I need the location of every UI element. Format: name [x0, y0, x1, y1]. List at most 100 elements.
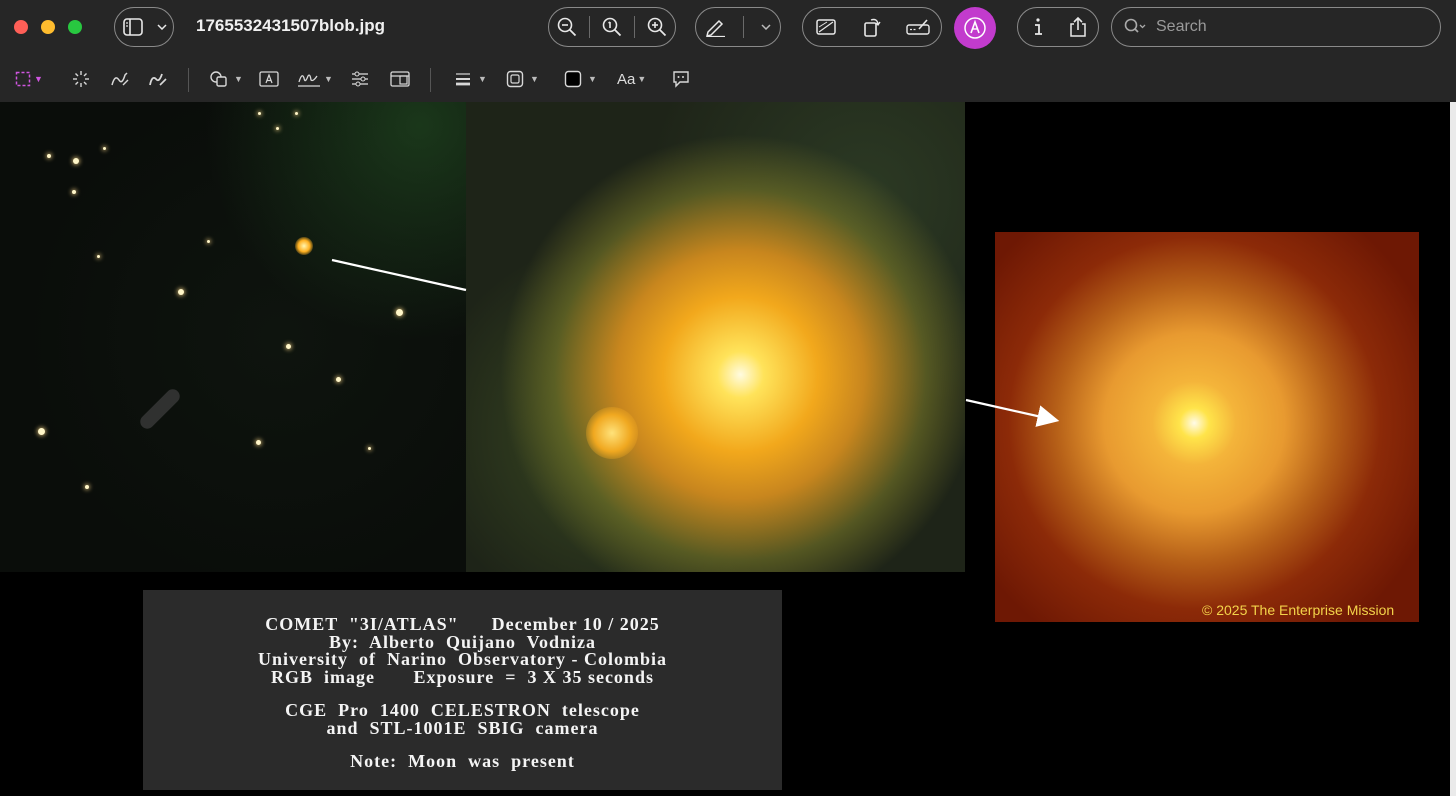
star — [396, 309, 403, 316]
highlight-button[interactable] — [695, 7, 781, 47]
shapes-button[interactable]: ▼ — [206, 66, 243, 92]
chevron-down-icon: ▼ — [34, 74, 43, 84]
caption-line: COMET "3I/ATLAS" December 10 / 2025 — [265, 614, 660, 634]
pen-icon — [703, 14, 729, 40]
star — [336, 377, 341, 382]
text-style-button[interactable]: Aa ▼ — [617, 66, 646, 92]
shape-style-button[interactable]: ▼ — [450, 66, 487, 92]
info-icon[interactable] — [1025, 14, 1051, 40]
divider — [743, 16, 745, 38]
search-input[interactable] — [1154, 17, 1418, 37]
divider — [430, 68, 431, 92]
sign-button[interactable]: ▼ — [296, 66, 333, 92]
chevron-down-icon[interactable] — [759, 14, 773, 40]
minimize-window-button[interactable] — [41, 20, 55, 34]
zoom-controls — [548, 7, 676, 47]
search-field[interactable] — [1111, 7, 1441, 47]
sketch-icon — [107, 66, 133, 92]
markup-icon — [962, 15, 988, 41]
star — [47, 154, 51, 158]
comet-dot — [295, 237, 313, 255]
nearby-star — [586, 407, 638, 459]
zoom-in-icon[interactable] — [644, 14, 670, 40]
line-weight-icon — [450, 66, 476, 92]
star — [258, 112, 261, 115]
star — [276, 127, 279, 130]
search-icon — [1124, 14, 1146, 40]
speech-bubble-icon — [668, 66, 694, 92]
image-caption: COMET "3I/ATLAS" December 10 / 2025 By: … — [143, 590, 782, 790]
text-box-button[interactable] — [256, 66, 282, 92]
signature-icon — [296, 66, 322, 92]
divider — [188, 68, 189, 92]
annotate-button[interactable] — [668, 66, 694, 92]
star — [295, 112, 298, 115]
markup-button[interactable] — [954, 7, 996, 49]
star — [207, 240, 210, 243]
star — [97, 255, 100, 258]
markup-toolbar-icon[interactable] — [905, 14, 931, 40]
chevron-down-icon: ▼ — [588, 74, 597, 84]
star — [85, 485, 89, 489]
chevron-down-icon: ▼ — [478, 74, 487, 84]
rectangular-selection-icon — [14, 66, 32, 92]
image-canvas: © 2025 The Enterprise Mission COMET "3I/… — [0, 102, 1450, 796]
star — [38, 428, 45, 435]
shapes-icon — [206, 66, 232, 92]
markup-toolbar: ▼ ▼ ▼ ▼ ▼ ▼ Aa ▼ — [0, 56, 1456, 103]
title-bar: 1765532431507blob.jpg — [0, 0, 1456, 56]
comet-zoom-image — [466, 102, 965, 572]
crop-icon[interactable] — [813, 14, 839, 40]
satellite-streak — [137, 386, 183, 432]
star — [368, 447, 371, 450]
window-edge — [1450, 102, 1456, 796]
star-field-image — [0, 102, 466, 572]
star — [103, 147, 106, 150]
fill-color-button[interactable]: ▼ — [560, 66, 597, 92]
adjust-size-icon — [387, 66, 413, 92]
close-window-button[interactable] — [14, 20, 28, 34]
draw-icon — [145, 66, 171, 92]
caption-line: and STL-1001E SBIG camera — [326, 717, 599, 738]
text-box-icon — [256, 66, 282, 92]
sketch-button[interactable] — [107, 66, 133, 92]
zoom-window-button[interactable] — [68, 20, 82, 34]
draw-button[interactable] — [145, 66, 171, 92]
divider — [588, 16, 590, 38]
image-tools — [802, 7, 942, 47]
adjust-size-button[interactable] — [387, 66, 413, 92]
star — [72, 190, 76, 194]
selection-tool-button[interactable]: ▼ — [14, 66, 43, 92]
chevron-down-icon: ▼ — [637, 74, 647, 84]
instant-alpha-icon — [68, 66, 94, 92]
actual-size-icon[interactable] — [599, 14, 625, 40]
document-title: 1765532431507blob.jpg — [196, 16, 386, 35]
caption-line: RGB image Exposure = 3 X 35 seconds — [271, 666, 654, 687]
star — [286, 344, 291, 349]
caption-line: University of Narino Observatory - Colom… — [258, 649, 667, 669]
share-icon[interactable] — [1065, 14, 1091, 40]
enhanced-comet-image — [995, 232, 1419, 622]
copyright-notice: © 2025 The Enterprise Mission — [1202, 602, 1395, 618]
rotate-icon[interactable] — [859, 14, 885, 40]
chevron-down-icon: ▼ — [234, 74, 243, 84]
divider — [634, 16, 636, 38]
adjust-color-button[interactable] — [347, 66, 373, 92]
sidebar-toggle-button[interactable] — [114, 7, 174, 47]
star — [256, 440, 261, 445]
star — [178, 289, 184, 295]
sidebar-icon — [120, 14, 146, 40]
sliders-icon — [347, 66, 373, 92]
instant-alpha-button[interactable] — [68, 66, 94, 92]
zoom-out-icon[interactable] — [554, 14, 580, 40]
info-share-group — [1017, 7, 1099, 47]
star — [73, 158, 79, 164]
caption-line: CGE Pro 1400 CELESTRON telescope — [285, 700, 640, 720]
chevron-down-icon — [156, 14, 168, 40]
border-color-icon — [502, 66, 528, 92]
border-color-button[interactable]: ▼ — [502, 66, 539, 92]
chevron-down-icon: ▼ — [530, 74, 539, 84]
fill-color-icon — [560, 66, 586, 92]
chevron-down-icon: ▼ — [324, 74, 333, 84]
font-label: Aa — [617, 70, 636, 88]
